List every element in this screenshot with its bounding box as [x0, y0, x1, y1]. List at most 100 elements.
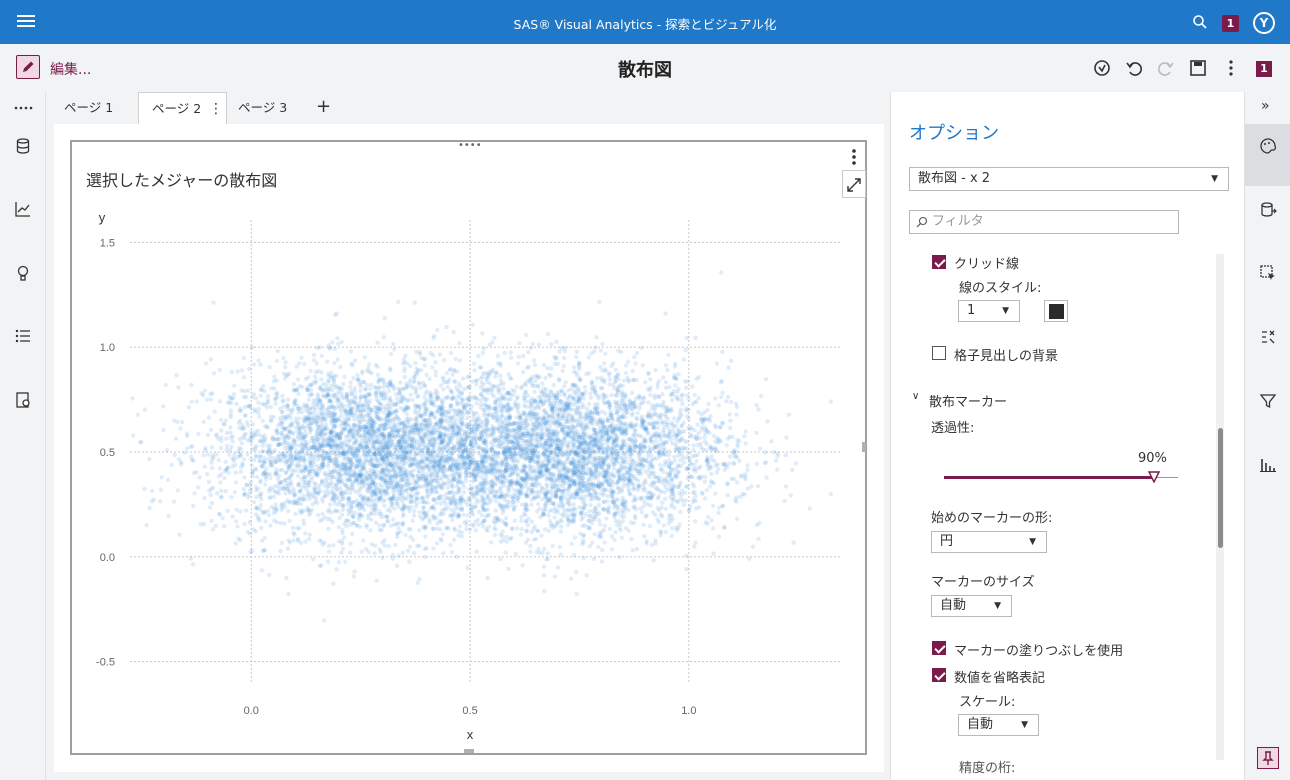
scatter-point: [730, 434, 735, 440]
scatter-point: [244, 482, 250, 488]
scatter-point: [318, 441, 323, 446]
scatter-point: [422, 363, 427, 368]
scatter-chart[interactable]: 1.51.00.50.0-0.50.0 0.5 1.0xy: [72, 142, 865, 753]
save-icon[interactable]: [1188, 58, 1208, 78]
scatter-point: [258, 503, 263, 508]
redo-icon[interactable]: [1156, 58, 1176, 78]
scatter-point: [208, 492, 213, 498]
scatter-point: [400, 550, 406, 555]
scatter-point: [314, 496, 319, 501]
scatter-point: [415, 496, 421, 501]
search-icon[interactable]: [1192, 14, 1208, 30]
undo-icon[interactable]: [1124, 58, 1144, 78]
tab-menu-icon[interactable]: ⋮: [209, 93, 223, 125]
scatter-point: [353, 439, 358, 445]
scatter-point: [557, 544, 562, 550]
scatter-point: [273, 401, 278, 406]
add-page-icon[interactable]: +: [316, 96, 331, 117]
notification-badge[interactable]: 1: [1222, 15, 1239, 32]
scatter-point: [296, 391, 301, 397]
scatter-point: [669, 398, 675, 403]
scatter-point: [349, 389, 354, 394]
user-avatar[interactable]: Y: [1253, 12, 1275, 34]
scatter-point: [347, 496, 352, 501]
tab-page-3[interactable]: ページ 3: [238, 92, 310, 124]
list-icon[interactable]: [13, 326, 33, 346]
scatter-point: [480, 331, 485, 336]
scatter-point: [338, 408, 344, 414]
scatter-point: [248, 531, 253, 536]
scatter-point: [386, 518, 391, 524]
scatter-point: [369, 371, 374, 376]
scatter-point: [728, 418, 733, 423]
scatter-point: [508, 350, 513, 355]
scatter-point: [224, 436, 229, 441]
scatter-point: [259, 491, 264, 496]
scatter-point: [400, 521, 405, 527]
more-horizontal-icon[interactable]: [13, 98, 33, 118]
report-icon[interactable]: [13, 390, 33, 410]
scatter-point: [276, 457, 282, 462]
scatter-point: [305, 402, 310, 408]
scatter-point: [227, 452, 232, 457]
scatter-plot-object[interactable]: •••• 選択したメジャーの散布図 1.5 1.0 0.5 0.0 -0.5 0.0 0.5…: [70, 140, 867, 755]
scatter-point: [208, 427, 214, 433]
scatter-point: [257, 414, 262, 419]
more-vertical-icon[interactable]: [1221, 58, 1241, 78]
scatter-point: [245, 495, 251, 500]
scatter-point: [312, 454, 317, 459]
scatter-point: [296, 425, 301, 430]
scatter-point: [249, 405, 254, 411]
scatter-point: [379, 527, 384, 533]
scatter-point: [177, 532, 182, 537]
scatter-point: [332, 346, 337, 351]
scatter-point: [188, 454, 194, 459]
scatter-point: [311, 352, 317, 358]
scatter-point: [307, 453, 313, 459]
line-chart-icon[interactable]: [13, 199, 33, 219]
scatter-point: [335, 404, 340, 409]
scatter-point: [264, 405, 270, 410]
scatter-point: [421, 509, 426, 514]
scatter-point: [535, 528, 540, 533]
scatter-point: [295, 473, 301, 479]
scatter-point: [257, 459, 262, 464]
toolbar-notification-badge[interactable]: 1: [1256, 61, 1272, 77]
scatter-point: [417, 381, 422, 386]
scatter-point: [269, 459, 274, 464]
scatter-point: [165, 477, 171, 483]
scatter-point: [310, 475, 315, 480]
scatter-point: [381, 384, 386, 390]
scatter-point: [224, 447, 229, 452]
tab-page-2[interactable]: ページ 2 ⋮: [138, 92, 227, 124]
tab-page-1[interactable]: ページ 1: [64, 92, 136, 124]
scatter-point: [345, 451, 350, 457]
scatter-point: [456, 529, 462, 534]
scatter-point: [184, 431, 190, 436]
scatter-point: [382, 503, 387, 508]
scatter-point: [194, 470, 199, 475]
scatter-point: [201, 419, 206, 424]
scatter-point: [300, 436, 305, 441]
scatter-point: [330, 486, 335, 491]
data-refresh-icon[interactable]: [1092, 58, 1112, 78]
scatter-point: [359, 460, 364, 465]
scatter-point: [433, 373, 438, 378]
data-icon[interactable]: [13, 136, 33, 156]
scatter-point: [290, 420, 295, 425]
scatter-point: [346, 473, 351, 478]
scatter-point: [413, 404, 418, 410]
scatter-point: [256, 406, 261, 411]
scatter-point: [326, 526, 331, 531]
scatter-point: [201, 521, 207, 527]
scatter-point: [465, 513, 471, 518]
scatter-point: [441, 551, 446, 556]
lightbulb-icon[interactable]: [13, 263, 33, 283]
scatter-point: [389, 429, 394, 435]
scatter-point: [161, 427, 166, 433]
scatter-point: [269, 386, 274, 391]
scatter-point: [343, 425, 348, 430]
scatter-point: [461, 512, 466, 518]
scatter-point: [357, 486, 363, 491]
scatter-point: [239, 368, 245, 373]
